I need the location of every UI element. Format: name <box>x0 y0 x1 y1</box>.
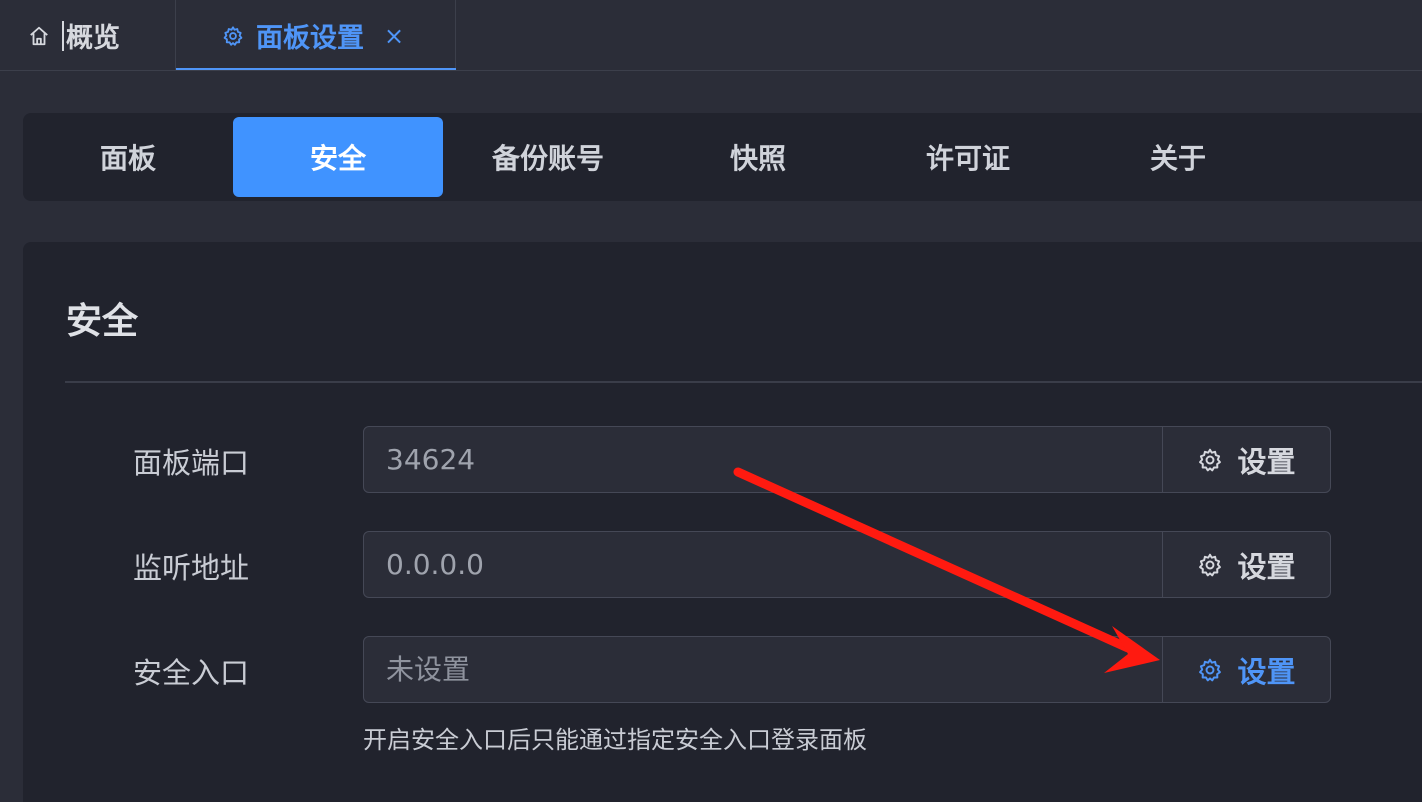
panel-port-label: 面板端口 <box>133 446 250 480</box>
listen-address-set-label: 设置 <box>1237 549 1296 584</box>
subnav-item-license[interactable]: 许可证 <box>863 117 1073 197</box>
security-card: 安全 面板端口 设置 监听地址 设置 <box>23 242 1422 802</box>
listen-address-input[interactable] <box>364 532 1162 597</box>
text-cursor <box>62 20 64 51</box>
gear-icon <box>1197 552 1223 578</box>
tab-bar: 概览 面板设置 × <box>0 0 1422 71</box>
close-icon[interactable]: × <box>384 22 404 50</box>
gear-icon <box>1197 447 1223 473</box>
subnav-item-security[interactable]: 安全 <box>233 117 443 197</box>
active-tab-indicator <box>176 68 456 70</box>
panel-port-input[interactable] <box>364 427 1162 492</box>
security-entrance-set-label: 设置 <box>1237 654 1296 689</box>
home-icon <box>28 25 50 47</box>
panel-port-set-label: 设置 <box>1237 444 1296 479</box>
panel-port-field: 设置 <box>363 426 1331 493</box>
security-entrance-set-button[interactable]: 设置 <box>1162 637 1330 702</box>
listen-address-set-button[interactable]: 设置 <box>1162 532 1330 597</box>
tab-overview[interactable]: 概览 <box>0 0 176 71</box>
settings-subnav: 面板 安全 备份账号 快照 许可证 关于 <box>23 113 1422 201</box>
tab-panel-settings[interactable]: 面板设置 × <box>176 0 456 71</box>
section-divider <box>65 381 1422 383</box>
tab-panel-settings-label: 面板设置 <box>256 23 364 54</box>
section-title: 安全 <box>66 301 139 342</box>
subnav-item-panel[interactable]: 面板 <box>23 117 233 197</box>
tab-overview-label: 概览 <box>66 23 120 54</box>
subnav-item-about[interactable]: 关于 <box>1073 117 1283 197</box>
panel-port-set-button[interactable]: 设置 <box>1162 427 1330 492</box>
subnav-item-snapshot[interactable]: 快照 <box>653 117 863 197</box>
subnav-item-backup-account[interactable]: 备份账号 <box>443 117 653 197</box>
security-entrance-field: 设置 <box>363 636 1331 703</box>
gear-icon <box>1197 657 1223 683</box>
listen-address-label: 监听地址 <box>133 551 250 585</box>
security-entrance-help: 开启安全入口后只能通过指定安全入口登录面板 <box>363 726 867 754</box>
security-entrance-label: 安全入口 <box>133 656 250 690</box>
gear-icon <box>222 25 244 47</box>
security-entrance-input[interactable] <box>364 637 1162 702</box>
listen-address-field: 设置 <box>363 531 1331 598</box>
